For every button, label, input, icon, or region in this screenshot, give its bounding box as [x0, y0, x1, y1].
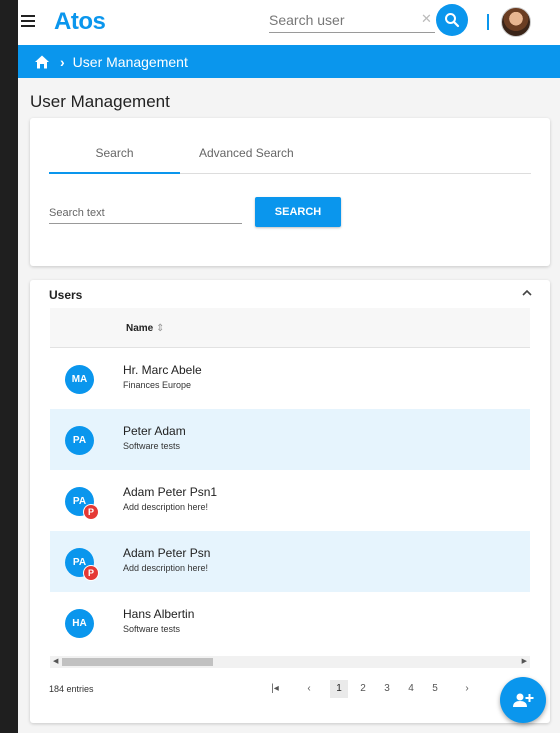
p-badge: P [83, 565, 99, 581]
search-submit-button[interactable]: SEARCH [255, 197, 341, 227]
tab-advanced-search[interactable]: Advanced Search [199, 146, 294, 160]
horizontal-scrollbar[interactable]: ◀ ▶ [50, 656, 530, 668]
row-name: Peter Adam [123, 424, 186, 438]
app-window: Atos ✕ › User Management User Management… [18, 0, 560, 733]
row-description: Software tests [123, 441, 181, 451]
table-row[interactable]: HA Hans Albertin Software tests [50, 592, 530, 653]
tab-search[interactable]: Search [49, 146, 180, 174]
page-5-button[interactable]: 5 [426, 680, 444, 698]
row-avatar: PA [65, 426, 94, 455]
search-user-input[interactable] [269, 8, 435, 33]
search-tabs: Search Advanced Search [49, 144, 531, 174]
search-icon [445, 13, 460, 28]
breadcrumb-current: User Management [72, 53, 188, 70]
row-name: Hr. Marc Abele [123, 363, 202, 377]
scrollbar-thumb[interactable] [62, 658, 213, 666]
column-name[interactable]: Name ⇕ [126, 323, 164, 334]
page-1-button[interactable]: 1 [330, 680, 348, 698]
column-name-label: Name [126, 323, 154, 334]
top-bar: Atos ✕ [18, 0, 560, 45]
first-page-button[interactable]: |◂ [266, 680, 284, 698]
row-description: Add description here! [123, 502, 209, 512]
header-divider [487, 14, 489, 30]
next-page-button[interactable]: › [458, 680, 476, 698]
page-4-button[interactable]: 4 [402, 680, 420, 698]
search-text-input[interactable] [49, 202, 242, 224]
search-card: Search Advanced Search SEARCH [30, 118, 550, 266]
table-row[interactable]: MA Hr. Marc Abele Finances Europe [50, 348, 530, 409]
users-title: Users [49, 288, 83, 302]
table-row[interactable]: PA P Adam Peter Psn1 Add description her… [50, 470, 530, 531]
row-name: Adam Peter Psn1 [123, 485, 218, 499]
user-avatar[interactable] [501, 7, 531, 37]
row-description: Software tests [123, 624, 181, 634]
breadcrumb-separator: › [60, 53, 65, 70]
table-row[interactable]: PA P Adam Peter Psn Add description here… [50, 531, 530, 592]
page-3-button[interactable]: 3 [378, 680, 396, 698]
table-header: Name ⇕ [50, 308, 530, 348]
add-user-icon [513, 693, 534, 707]
row-description: Add description here! [123, 563, 209, 573]
page-2-button[interactable]: 2 [354, 680, 372, 698]
page-title: User Management [30, 92, 170, 111]
p-badge: P [83, 504, 99, 520]
chevron-up-icon[interactable] [522, 289, 532, 297]
home-icon[interactable] [34, 54, 50, 70]
menu-icon[interactable] [21, 15, 35, 27]
row-avatar: MA [65, 365, 94, 394]
add-user-button[interactable] [500, 677, 546, 723]
sort-icon: ⇕ [156, 323, 165, 334]
row-description: Finances Europe [123, 380, 192, 390]
users-card: Users Name ⇕ MA Hr. Marc Abele Finances … [30, 280, 550, 723]
prev-page-button[interactable]: ‹ [300, 680, 318, 698]
table-row[interactable]: PA Peter Adam Software tests [50, 409, 530, 470]
clear-icon[interactable]: ✕ [421, 11, 432, 27]
entries-count: 184 entries [49, 684, 94, 694]
breadcrumb: › User Management [18, 45, 560, 78]
scroll-right-icon[interactable]: ▶ [522, 657, 527, 665]
search-button[interactable] [436, 4, 468, 36]
atos-logo: Atos [54, 8, 106, 35]
scroll-left-icon[interactable]: ◀ [53, 657, 58, 665]
row-name: Adam Peter Psn [123, 546, 211, 560]
row-avatar: HA [65, 609, 94, 638]
row-name: Hans Albertin [123, 607, 195, 621]
